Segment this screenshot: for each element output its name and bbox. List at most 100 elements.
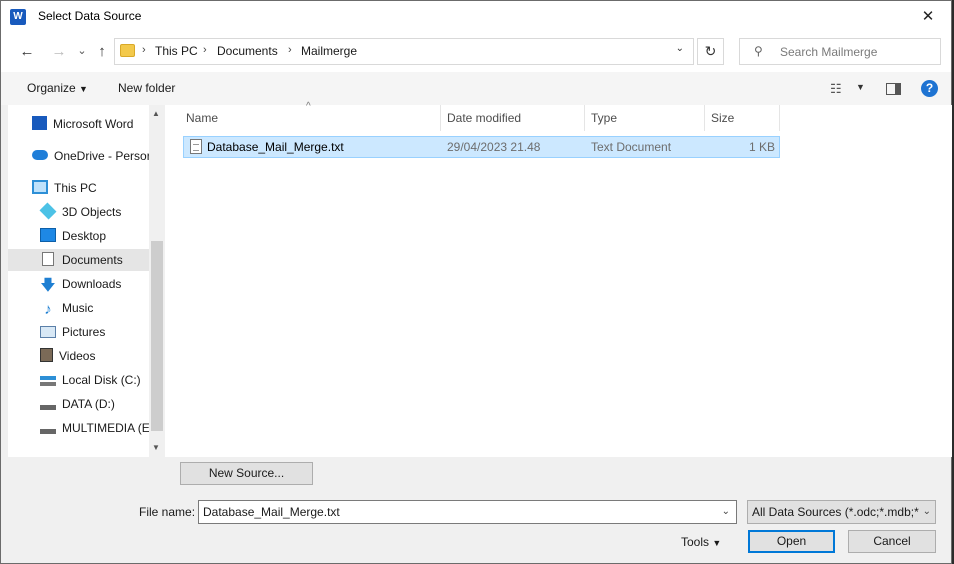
file-type-cell: Text Document [591, 140, 672, 154]
file-type-select[interactable]: All Data Sources (*.odc;*.mdb;* ⌄ [747, 500, 936, 524]
breadcrumb-separator: › [142, 44, 146, 56]
file-name-label: File name: [139, 505, 196, 519]
title-bar: W Select Data Source ✕ [1, 1, 951, 32]
window-title: Select Data Source [38, 9, 142, 23]
sidebar-item-3d-objects[interactable]: 3D Objects [39, 201, 122, 223]
column-header-size[interactable]: Size [711, 111, 734, 125]
recent-locations-button[interactable]: ⌄ [73, 42, 91, 60]
file-name-field[interactable]: Database_Mail_Merge.txt ⌄ [198, 500, 737, 524]
sidebar-item-onedrive[interactable]: OneDrive - Persor [32, 145, 151, 167]
word-app-icon: W [10, 9, 26, 25]
up-button[interactable]: ↑ [93, 43, 111, 61]
sidebar-item-label: This PC [54, 181, 97, 195]
navigation-bar: ← → ⌄ ↑ › This PC › Documents › Mailmerg… [1, 32, 951, 72]
drive-icon [40, 425, 56, 434]
dialog-footer: New Source... File name: Database_Mail_M… [1, 457, 951, 563]
sidebar-item-local-disk-c[interactable]: Local Disk (C:) [40, 369, 141, 391]
desktop-icon [40, 228, 56, 242]
file-name-value: Database_Mail_Merge.txt [203, 505, 340, 519]
sidebar-item-downloads[interactable]: 🡇 Downloads [40, 273, 121, 295]
sidebar-item-label: 3D Objects [62, 205, 122, 219]
sidebar-item-microsoft-word[interactable]: Microsoft Word [32, 113, 133, 135]
breadcrumb-mailmerge[interactable]: Mailmerge [301, 44, 357, 58]
organize-button[interactable]: Organize ▼ [27, 81, 88, 95]
column-divider[interactable] [440, 105, 441, 131]
refresh-button[interactable]: ↻ [697, 38, 724, 65]
organize-label: Organize [27, 81, 76, 95]
sidebar-item-label: Documents [62, 253, 123, 267]
scroll-down-icon[interactable]: ▼ [152, 443, 160, 452]
music-icon: ♪ [44, 301, 52, 318]
videos-icon [40, 348, 53, 362]
chevron-down-icon[interactable]: ⌄ [676, 43, 684, 54]
cube-icon [39, 202, 57, 220]
breadcrumb-documents[interactable]: Documents [217, 44, 278, 58]
view-options-icon[interactable]: ☷ [830, 81, 842, 97]
sidebar-item-documents[interactable]: Documents [8, 249, 149, 271]
close-icon: ✕ [921, 8, 935, 25]
search-icon: ⚲ [754, 44, 763, 58]
new-folder-button[interactable]: New folder [118, 81, 175, 95]
sidebar-item-multimedia-e[interactable]: MULTIMEDIA (E: [40, 417, 153, 439]
sidebar-item-label: DATA (D:) [62, 397, 115, 411]
table-row[interactable]: Database_Mail_Merge.txt 29/04/2023 21.48… [183, 136, 780, 158]
drive-icon [40, 401, 56, 410]
sidebar-item-label: Local Disk (C:) [62, 373, 141, 387]
chevron-down-icon: ▼ [79, 84, 88, 94]
column-divider[interactable] [584, 105, 585, 131]
sidebar-item-pictures[interactable]: Pictures [40, 321, 105, 343]
open-button[interactable]: Open [748, 530, 835, 553]
refresh-icon: ↻ [704, 43, 717, 59]
scroll-up-icon[interactable]: ▲ [152, 109, 160, 118]
tools-menu[interactable]: Tools ▼ [681, 535, 721, 549]
command-bar: Organize ▼ New folder ☷ ▼ ? [1, 72, 951, 105]
sidebar-item-music[interactable]: ♪ Music [40, 297, 93, 319]
sidebar-item-label: MULTIMEDIA (E: [62, 421, 154, 435]
preview-pane-icon[interactable] [886, 83, 901, 95]
sidebar-item-label: OneDrive - Persor [54, 149, 151, 163]
breadcrumb-separator: › [203, 44, 207, 56]
pictures-icon [40, 326, 56, 338]
breadcrumb-this-pc[interactable]: This PC [155, 44, 198, 58]
text-file-icon [190, 139, 202, 154]
file-list: ^ Name Date modified Type Size Database_… [165, 101, 952, 457]
new-source-button[interactable]: New Source... [180, 462, 313, 485]
file-type-value: All Data Sources (*.odc;*.mdb;* [752, 505, 919, 519]
sidebar-scrollbar[interactable]: ▲ ▼ [149, 105, 165, 457]
chevron-down-icon: ⌄ [920, 506, 931, 517]
address-bar[interactable]: › This PC › Documents › Mailmerge ⌄ [114, 38, 694, 65]
word-icon [32, 116, 47, 130]
sidebar-item-label: Desktop [62, 229, 107, 243]
column-header-date-modified[interactable]: Date modified [447, 111, 521, 125]
sidebar-item-label: Music [62, 301, 94, 315]
sidebar-item-desktop[interactable]: Desktop [40, 225, 106, 247]
forward-button[interactable]: → [50, 43, 68, 61]
sidebar-item-data-d[interactable]: DATA (D:) [40, 393, 115, 415]
sidebar-item-label: Downloads [62, 277, 122, 291]
sidebar-item-label: Microsoft Word [53, 117, 134, 131]
chevron-down-icon[interactable]: ▼ [856, 82, 865, 92]
help-icon[interactable]: ? [921, 80, 938, 97]
back-button[interactable]: ← [18, 43, 36, 61]
close-button[interactable]: ✕ [905, 1, 951, 32]
column-header-name[interactable]: Name [186, 111, 218, 125]
scrollbar-thumb[interactable] [151, 241, 163, 431]
column-divider[interactable] [779, 105, 780, 131]
sidebar-item-this-pc[interactable]: This PC [32, 177, 97, 199]
sidebar-item-label: Videos [59, 349, 96, 363]
sort-ascending-icon: ^ [306, 101, 311, 112]
search-input[interactable]: ⚲ Search Mailmerge [739, 38, 941, 65]
sidebar-item-videos[interactable]: Videos [40, 345, 95, 367]
chevron-down-icon[interactable]: ⌄ [722, 506, 730, 517]
cancel-button[interactable]: Cancel [848, 530, 936, 553]
search-placeholder: Search Mailmerge [780, 45, 878, 59]
onedrive-icon [32, 150, 48, 160]
file-size-cell: 1 KB [748, 140, 775, 154]
column-divider[interactable] [704, 105, 705, 131]
folder-icon [120, 44, 135, 57]
column-header-type[interactable]: Type [591, 111, 617, 125]
download-icon: 🡇 [40, 277, 56, 294]
select-data-source-dialog: W Select Data Source ✕ ← → ⌄ ↑ › This PC… [0, 0, 952, 564]
file-name-cell: Database_Mail_Merge.txt [207, 140, 344, 154]
disk-icon [40, 376, 56, 386]
